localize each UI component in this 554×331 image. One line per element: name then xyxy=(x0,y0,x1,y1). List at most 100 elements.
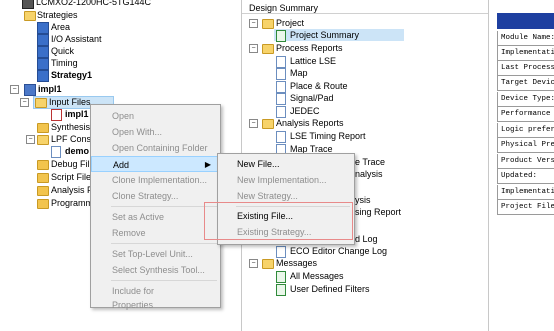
table-row: Target Devic xyxy=(497,76,554,91)
report-label: nalysis xyxy=(355,169,383,179)
verilog-file-icon xyxy=(51,109,62,121)
menu-item-label: Clone Implementation... xyxy=(112,175,208,185)
menu-item-open[interactable]: Open xyxy=(91,108,220,124)
menu-item-label: Set Top-Level Unit... xyxy=(112,249,193,259)
project-summary-item[interactable]: Project Summary xyxy=(274,29,404,42)
report-label: Map xyxy=(290,68,308,78)
report-item-partial[interactable]: ysis xyxy=(355,194,371,206)
report-label: JEDEC xyxy=(290,106,320,116)
report-item-partial[interactable]: nalysis xyxy=(355,168,383,180)
project-summary-label: Project Summary xyxy=(290,30,360,40)
programmer-label: Programm xyxy=(51,198,94,208)
menu-item-label: New File... xyxy=(237,159,280,169)
report-label: ECO Editor Change Log xyxy=(290,246,388,256)
menu-item-label: Select Synthesis Tool... xyxy=(112,265,205,275)
report-label: Signal/Pad xyxy=(290,93,334,103)
design-summary-title: Design Summary xyxy=(249,3,319,13)
folder-icon xyxy=(262,119,274,129)
menu-item-properties[interactable]: Properties xyxy=(91,299,220,310)
menu-item-open-with[interactable]: Open With... xyxy=(91,124,220,140)
menu-item-include-for[interactable]: Include for xyxy=(91,283,220,299)
folder-icon xyxy=(24,11,36,21)
synthesis-label: Synthesis xyxy=(51,122,91,132)
folder-icon xyxy=(37,160,49,170)
report-label: e Trace xyxy=(355,157,386,167)
menu-item-open-containing-folder[interactable]: Open Containing Folder xyxy=(91,140,220,156)
table-header-bar xyxy=(497,13,554,29)
strategies-label: Strategies xyxy=(37,10,78,20)
table-row: Updated: xyxy=(497,169,554,184)
implementation-icon xyxy=(24,84,36,96)
collapse-icon[interactable]: − xyxy=(249,259,258,268)
strategy-icon xyxy=(37,34,49,46)
project-label: Project xyxy=(276,18,305,28)
folder-icon xyxy=(37,186,49,196)
collapse-icon[interactable]: − xyxy=(249,119,258,128)
table-row: Physical Pre xyxy=(497,138,554,153)
report-file-icon xyxy=(276,131,286,143)
table-row: Logic prefere xyxy=(497,123,554,138)
menu-item-label: Remove xyxy=(112,228,146,238)
message-icon xyxy=(276,271,286,283)
report-item-partial[interactable]: d Log xyxy=(355,233,378,245)
report-item-partial[interactable]: e Trace xyxy=(355,156,385,168)
menu-item-set-top-level-unit[interactable]: Set Top-Level Unit... xyxy=(91,246,220,262)
submenu-item-new-file[interactable]: New File... xyxy=(218,156,354,172)
context-menu: Open Open With... Open Containing Folder… xyxy=(90,104,221,310)
collapse-icon[interactable]: − xyxy=(249,44,258,53)
strategy-icon xyxy=(37,46,49,58)
table-row: Module Name: xyxy=(497,31,554,46)
lpf-label: LPF Const xyxy=(51,134,94,144)
collapse-icon[interactable]: − xyxy=(26,135,35,144)
strategy-icon xyxy=(37,70,49,82)
menu-item-select-synthesis-tool[interactable]: Select Synthesis Tool... xyxy=(91,262,220,278)
report-label: ysis xyxy=(355,195,371,205)
menu-separator xyxy=(111,243,217,244)
table-row: Last Process xyxy=(497,61,554,76)
message-label: User Defined Filters xyxy=(290,284,370,294)
table-row: Implementatio xyxy=(497,185,554,200)
strategy-icon xyxy=(37,22,49,34)
analysis-reports-label: Analysis Reports xyxy=(276,118,344,128)
report-file-icon xyxy=(276,68,286,80)
demo-label: demo xyxy=(65,146,90,156)
menu-item-clone-implementation[interactable]: Clone Implementation... xyxy=(91,172,220,188)
menu-separator xyxy=(111,206,217,207)
project-summary-table: Module Name: Implementatio Last Process … xyxy=(497,13,554,221)
divider xyxy=(242,13,488,14)
menu-item-label: Set as Active xyxy=(112,212,165,222)
collapse-icon[interactable]: − xyxy=(20,98,29,107)
report-label: LSE Timing Report xyxy=(290,131,366,141)
submenu-item-new-implementation[interactable]: New Implementation... xyxy=(218,172,354,188)
device-label: LCMXO2-1200HC-5TG144C xyxy=(36,0,152,7)
report-item-partial[interactable]: sing Report xyxy=(355,206,401,218)
collapse-icon[interactable]: − xyxy=(249,19,258,28)
summary-icon xyxy=(276,30,286,42)
table-row: Project File xyxy=(497,200,554,215)
folder-icon xyxy=(37,173,49,183)
debug-label: Debug Fil xyxy=(51,159,90,169)
analysis-label: Analysis F xyxy=(51,185,93,195)
script-label: Script File xyxy=(51,172,92,182)
report-label: Place & Route xyxy=(290,81,348,91)
menu-item-clone-strategy[interactable]: Clone Strategy... xyxy=(91,188,220,204)
folder-icon xyxy=(37,135,49,145)
table-row: Product Vers xyxy=(497,154,554,169)
folder-icon xyxy=(35,98,47,108)
messages-label: Messages xyxy=(276,258,318,268)
table-row: Performance G xyxy=(497,107,554,122)
report-label: Lattice LSE xyxy=(290,56,337,66)
menu-item-add[interactable]: Add ▶ xyxy=(91,156,220,172)
menu-item-label: Open Containing Folder xyxy=(112,143,208,153)
menu-item-set-as-active[interactable]: Set as Active xyxy=(91,209,220,225)
strategy-label: Strategy1 xyxy=(51,70,93,80)
message-label: All Messages xyxy=(290,271,344,281)
report-label: d Log xyxy=(355,234,378,244)
collapse-icon[interactable]: − xyxy=(10,85,19,94)
folder-icon xyxy=(262,44,274,54)
menu-item-label: Properties xyxy=(112,300,154,310)
table-row: Device Type: xyxy=(497,92,554,107)
menu-item-remove[interactable]: Remove xyxy=(91,225,220,241)
folder-icon xyxy=(37,199,49,209)
file-icon xyxy=(51,146,61,158)
